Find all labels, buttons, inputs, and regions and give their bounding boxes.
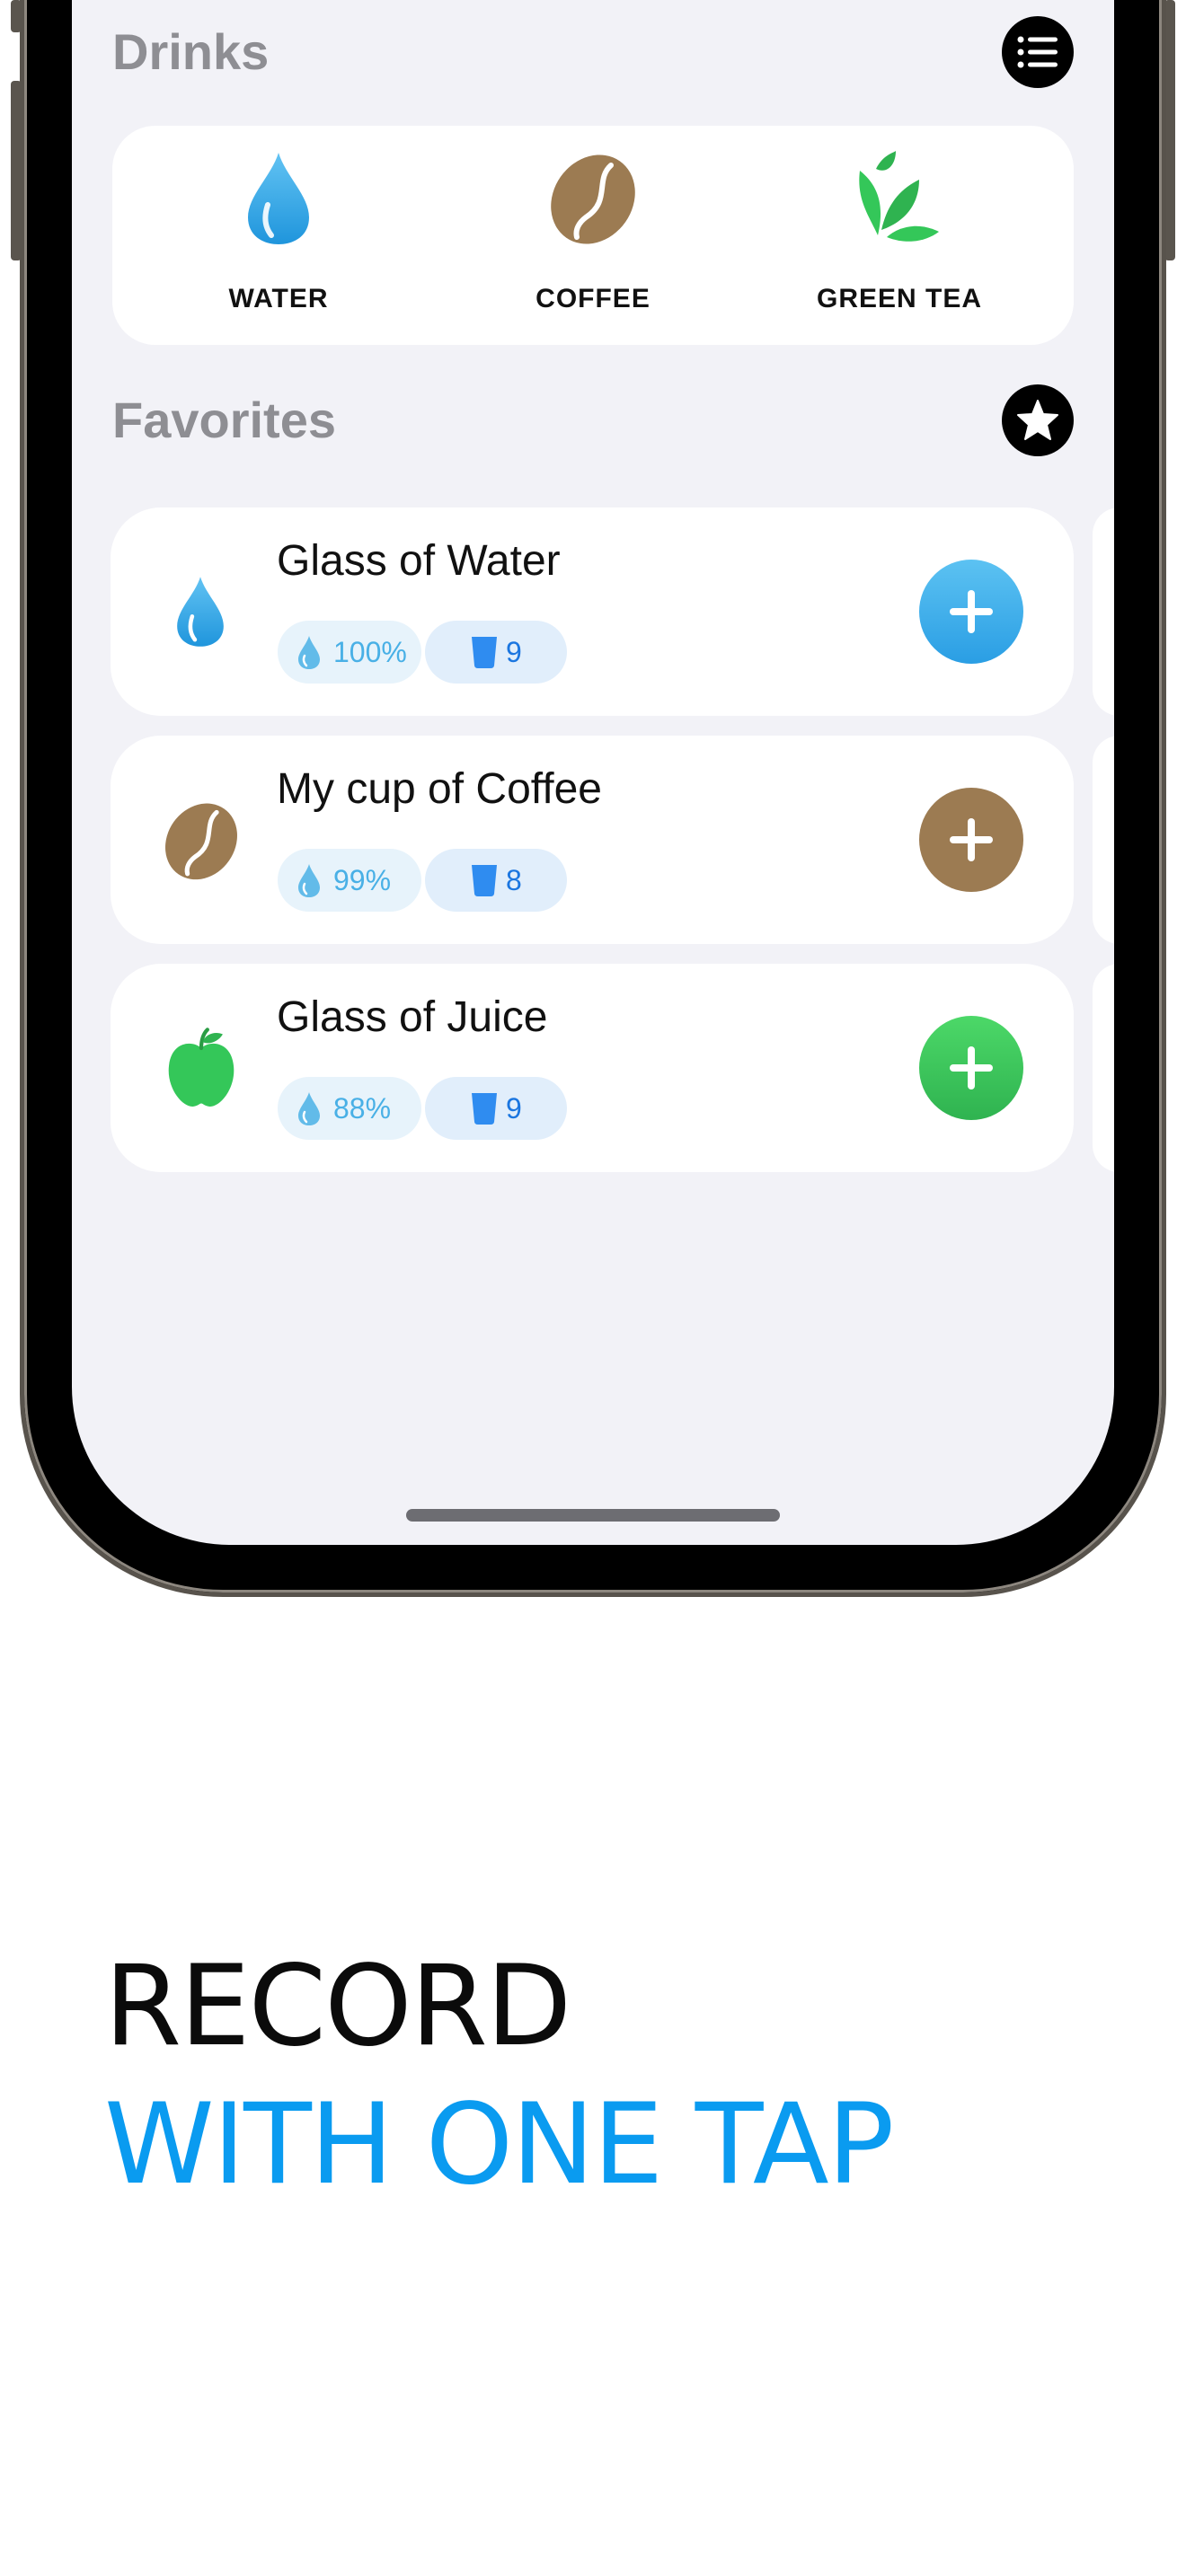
coffee-bean-icon	[165, 803, 237, 880]
coffee-bean-icon	[551, 154, 635, 244]
favorite-name: Glass of Juice	[277, 993, 548, 1041]
drink-green-tea[interactable]: GREEN TEA	[747, 126, 1052, 345]
favorites-title: Favorites	[112, 392, 336, 448]
headline-line-1: RECORD	[104, 1942, 571, 2071]
favorite-card-peek	[1093, 964, 1114, 1172]
add-coffee-button[interactable]	[919, 788, 1023, 892]
favorite-name: My cup of Coffee	[277, 765, 602, 813]
cup-icon	[472, 865, 497, 896]
count-chip: 9	[425, 1077, 567, 1140]
app-screen: Drinks WATER COFFEE GREEN TEA Favorites …	[72, 0, 1114, 1545]
favorites-header: Favorites	[112, 384, 1074, 456]
drinks-menu-button[interactable]	[1002, 16, 1074, 88]
count-chip: 9	[425, 621, 567, 684]
favorite-card-juice[interactable]: Glass of Juice 88% 9	[111, 964, 1074, 1172]
drink-label: COFFEE	[535, 284, 651, 313]
hydration-drop-icon	[298, 1092, 320, 1125]
hydration-chip: 100%	[278, 621, 421, 684]
hydration-value: 99%	[333, 863, 392, 896]
hydration-chip: 99%	[278, 849, 421, 912]
drink-coffee[interactable]: COFFEE	[440, 126, 746, 345]
cup-icon	[472, 637, 497, 668]
hydration-drop-icon	[298, 636, 320, 669]
home-indicator[interactable]	[406, 1509, 780, 1522]
plus-icon	[950, 590, 993, 633]
add-water-button[interactable]	[919, 560, 1023, 664]
water-drop-icon	[177, 577, 224, 647]
favorite-name: Glass of Water	[277, 537, 561, 585]
drink-water[interactable]: WATER	[126, 126, 431, 345]
count-value: 8	[506, 863, 522, 896]
drink-label: WATER	[228, 284, 329, 313]
headline-line-2: WITH ONE TAP	[104, 2080, 894, 2210]
drink-label: GREEN TEA	[816, 284, 983, 313]
plus-icon	[950, 1046, 993, 1090]
favorite-card-peek	[1093, 736, 1114, 944]
favorite-card-coffee[interactable]: My cup of Coffee 99% 8	[111, 736, 1074, 944]
cup-icon	[472, 1093, 497, 1125]
count-value: 9	[506, 635, 522, 668]
star-icon	[1017, 400, 1058, 440]
hydration-drop-icon	[298, 864, 320, 897]
favorite-card-peek	[1093, 507, 1114, 716]
list-icon	[1017, 36, 1058, 68]
apple-icon	[168, 1028, 235, 1107]
hydration-chip: 88%	[278, 1077, 421, 1140]
drinks-header: Drinks	[112, 16, 1074, 88]
count-value: 9	[506, 1091, 522, 1125]
hydration-value: 88%	[333, 1091, 392, 1125]
drinks-title: Drinks	[112, 23, 270, 80]
add-juice-button[interactable]	[919, 1016, 1023, 1120]
drinks-card: WATER COFFEE GREEN TEA	[112, 126, 1074, 345]
tea-leaves-icon	[859, 151, 939, 242]
count-chip: 8	[425, 849, 567, 912]
favorites-star-button[interactable]	[1002, 384, 1074, 456]
favorite-card-water[interactable]: Glass of Water 100% 9	[111, 507, 1074, 716]
hydration-value: 100%	[333, 635, 407, 668]
plus-icon	[950, 818, 993, 861]
water-drop-icon	[248, 153, 309, 244]
